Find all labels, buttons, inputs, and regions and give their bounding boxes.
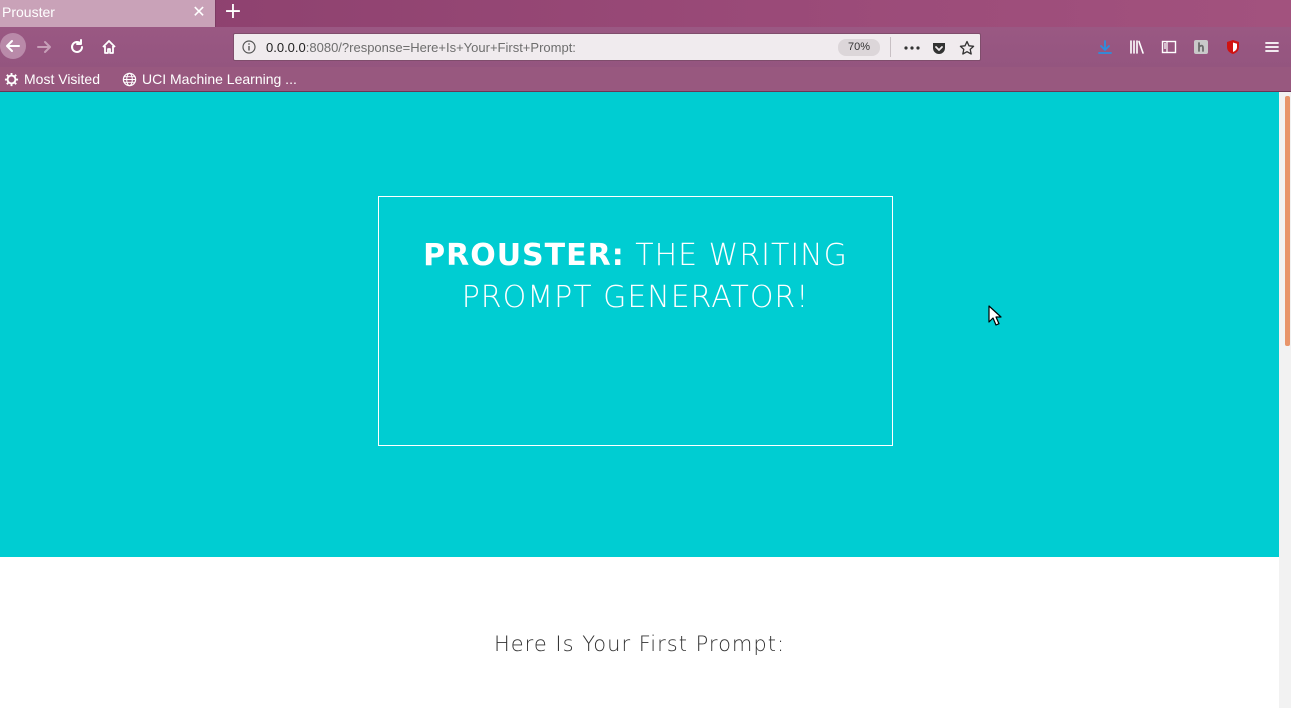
reload-button[interactable] — [66, 36, 88, 58]
reload-icon — [71, 39, 83, 53]
menu-button[interactable] — [1261, 36, 1283, 58]
page-title: PROUSTER: THE WRITING PROMPT GENERATOR! — [379, 235, 892, 319]
bookmark-label: Most Visited — [24, 71, 100, 87]
scrollbar-thumb[interactable] — [1285, 96, 1290, 346]
downloads-button[interactable] — [1094, 36, 1116, 58]
tab-bar: Prouster ✕ + — [0, 0, 1291, 27]
hero-title-box: PROUSTER: THE WRITING PROMPT GENERATOR! — [378, 196, 893, 446]
url-separator — [890, 37, 891, 57]
tab-close-icon[interactable]: ✕ — [190, 3, 208, 21]
url-path: :8080/?response=Here+Is+Your+First+Promp… — [305, 40, 576, 55]
library-icon — [1130, 40, 1144, 54]
page-actions-button[interactable] — [902, 38, 922, 58]
ublock-shield-icon — [1227, 40, 1239, 54]
hamburger-menu-icon — [1265, 42, 1279, 52]
shield-extension-button[interactable] — [1222, 36, 1244, 58]
more-dots-icon — [904, 46, 920, 50]
download-icon — [1098, 40, 1112, 54]
gear-icon — [4, 72, 19, 86]
prompt-text: Here Is Your First Prompt: — [493, 632, 786, 656]
url-text[interactable]: 0.0.0.0:8080/?response=Here+Is+Your+Firs… — [266, 40, 576, 55]
sidebar-button[interactable] — [1158, 36, 1180, 58]
mouse-cursor-icon — [988, 305, 1002, 326]
home-icon — [102, 40, 116, 54]
info-icon[interactable] — [242, 40, 256, 54]
home-button[interactable] — [98, 36, 120, 58]
page-scrollbar[interactable] — [1279, 92, 1291, 708]
bookmark-most-visited[interactable]: Most Visited — [4, 70, 100, 88]
back-button[interactable] — [0, 33, 26, 59]
url-bar[interactable]: 0.0.0.0:8080/?response=Here+Is+Your+Firs… — [233, 33, 981, 61]
pocket-button[interactable] — [929, 38, 949, 58]
navigation-bar: 0.0.0.0:8080/?response=Here+Is+Your+Firs… — [0, 27, 1291, 67]
zoom-level-badge[interactable]: 70% — [838, 39, 880, 56]
prompt-section: Here Is Your First Prompt: — [0, 557, 1279, 708]
new-tab-button[interactable]: + — [222, 1, 244, 23]
extension-icon — [1194, 40, 1208, 54]
arrow-right-icon — [37, 41, 51, 53]
bookmarks-toolbar: Most Visited UCI Machine Learning ... — [0, 67, 1291, 92]
tab-prouster[interactable]: Prouster ✕ — [0, 0, 216, 27]
tab-title: Prouster — [2, 4, 55, 20]
pocket-icon — [933, 43, 945, 54]
url-host: 0.0.0.0 — [266, 40, 306, 55]
bookmark-star-button[interactable] — [957, 38, 977, 58]
brand-name: PROUSTER: — [423, 238, 625, 273]
forward-button[interactable] — [33, 36, 55, 58]
hero-section: PROUSTER: THE WRITING PROMPT GENERATOR! — [0, 92, 1279, 557]
bookmark-label: UCI Machine Learning ... — [142, 71, 297, 87]
sidebar-icon — [1161, 40, 1177, 54]
arrow-left-icon — [6, 40, 20, 52]
globe-icon — [122, 72, 137, 86]
page-viewport: PROUSTER: THE WRITING PROMPT GENERATOR! … — [0, 92, 1291, 708]
library-button[interactable] — [1126, 36, 1148, 58]
extension-button[interactable] — [1190, 36, 1212, 58]
star-icon — [959, 40, 975, 55]
bookmark-uci-ml[interactable]: UCI Machine Learning ... — [122, 70, 297, 88]
